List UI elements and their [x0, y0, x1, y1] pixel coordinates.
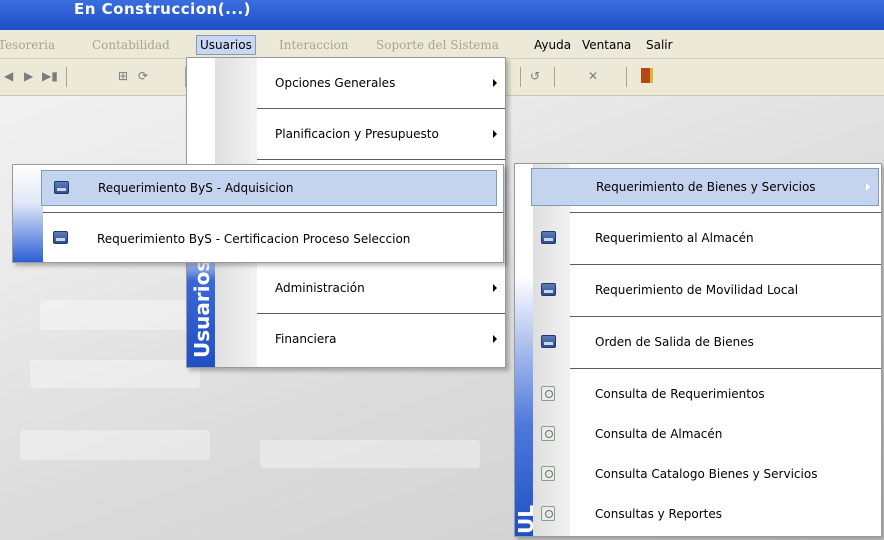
menu-item-label: Requerimiento de Movilidad Local [595, 282, 799, 297]
search-icon [541, 466, 555, 481]
menu-item-opciones-generales[interactable]: Opciones Generales [187, 58, 505, 108]
menu-item-label: Administración [275, 281, 365, 295]
menu-item-consulta-requerimientos[interactable]: Consulta de Requerimientos [515, 374, 881, 414]
search-icon [541, 426, 555, 441]
menu-divider [570, 368, 881, 369]
menu-item-label: Requerimiento ByS - Certificacion Proces… [97, 232, 411, 246]
menu-soporte-del-sistema[interactable]: Soporte del Sistema [376, 38, 499, 52]
menu-item-label: Planificacion y Presupuesto [275, 127, 439, 141]
menu-item-financiera[interactable]: Financiera [187, 314, 505, 364]
menu-item-label: Opciones Generales [275, 76, 396, 90]
toolbar-separator [626, 67, 627, 87]
background-decoration [30, 360, 200, 388]
menu-side-stripe [13, 165, 43, 262]
menu-ayuda[interactable]: Ayuda [534, 38, 571, 52]
menu-divider [570, 264, 881, 265]
menu-item-requerimiento-bys-adquisicion[interactable]: Requerimiento ByS - Adquisicion [41, 170, 497, 206]
chevron-right-icon [493, 79, 497, 87]
menu-interaccion[interactable]: Interaccion [279, 38, 349, 52]
search-icon [541, 386, 555, 401]
next-icon[interactable]: ▶ [24, 69, 33, 83]
menu-item-label: Orden de Salida de Bienes [595, 334, 754, 349]
menu-tesoreria[interactable]: Tesoreria [0, 38, 55, 52]
toolbar-separator [520, 67, 521, 87]
menu-item-label: Consulta Catalogo Bienes y Servicios [595, 467, 818, 481]
menu-item-consultas-reportes[interactable]: Consultas y Reportes [515, 494, 881, 534]
menu-divider [570, 212, 881, 213]
background-decoration [20, 430, 210, 460]
window-titlebar: En Construccion(...) [0, 0, 884, 30]
menu-item-label: Requerimiento al Almacén [595, 230, 754, 245]
document-icon [541, 335, 556, 348]
document-icon [541, 231, 556, 244]
menu-contabilidad[interactable]: Contabilidad [92, 38, 170, 52]
menu-item-planificacion-y-presupuesto[interactable]: Planificacion y Presupuesto [187, 109, 505, 159]
undo-icon[interactable]: ↺ [530, 69, 540, 83]
background-decoration [260, 440, 480, 468]
close-icon[interactable]: ✕ [588, 69, 598, 83]
toolbar-separator [66, 67, 67, 87]
chevron-right-icon [493, 335, 497, 343]
grid-icon[interactable]: ⊞ [118, 69, 128, 83]
ul-submenu: UL Requerimiento de Bienes y Servicios R… [514, 163, 882, 537]
refresh-icon[interactable]: ⟳ [138, 69, 148, 83]
menu-item-requerimiento-movilidad-local[interactable]: Requerimiento de Movilidad Local [515, 267, 881, 312]
menu-item-requerimiento-bienes-servicios[interactable]: Requerimiento de Bienes y Servicios [531, 168, 879, 206]
prev-icon[interactable]: ◀ [4, 69, 13, 83]
menu-item-orden-salida-bienes[interactable]: Orden de Salida de Bienes [515, 319, 881, 364]
menu-item-consulta-catalogo[interactable]: Consulta Catalogo Bienes y Servicios [515, 454, 881, 494]
menu-divider [257, 159, 505, 160]
last-icon[interactable]: ▶▮ [42, 69, 58, 83]
menu-item-label: Consulta de Almacén [595, 427, 723, 441]
search-icon [541, 506, 555, 521]
menu-divider [570, 316, 881, 317]
menu-item-consulta-almacen[interactable]: Consulta de Almacén [515, 414, 881, 454]
menu-item-requerimiento-bys-certificacion[interactable]: Requerimiento ByS - Certificacion Proces… [41, 221, 497, 257]
menu-item-label: Requerimiento de Bienes y Servicios [596, 180, 816, 194]
menu-usuarios[interactable]: Usuarios [196, 35, 256, 55]
menubar: Tesoreria Contabilidad Usuarios Interacc… [0, 30, 884, 59]
menu-item-administracion[interactable]: Administración [187, 263, 505, 313]
chevron-right-icon [866, 183, 870, 191]
menu-item-label: Consulta de Requerimientos [595, 387, 765, 401]
bys-submenu: Requerimiento ByS - Adquisicion Requerim… [12, 164, 504, 263]
document-icon [54, 181, 69, 194]
menu-salir[interactable]: Salir [646, 38, 673, 52]
menu-divider [43, 212, 503, 213]
chevron-right-icon [493, 130, 497, 138]
menu-item-requerimiento-almacen[interactable]: Requerimiento al Almacén [515, 215, 881, 260]
menu-item-label: Requerimiento ByS - Adquisicion [98, 181, 294, 195]
menu-ventana[interactable]: Ventana [582, 38, 631, 52]
chevron-right-icon [493, 284, 497, 292]
background-decoration [40, 300, 200, 330]
menu-item-label: Consultas y Reportes [595, 507, 722, 521]
document-icon [53, 231, 68, 244]
toolbar-separator [554, 67, 555, 87]
document-icon [541, 283, 556, 296]
window-title: En Construccion(...) [74, 0, 252, 18]
exit-door-icon[interactable] [641, 68, 653, 83]
menu-item-label: Financiera [275, 332, 337, 346]
